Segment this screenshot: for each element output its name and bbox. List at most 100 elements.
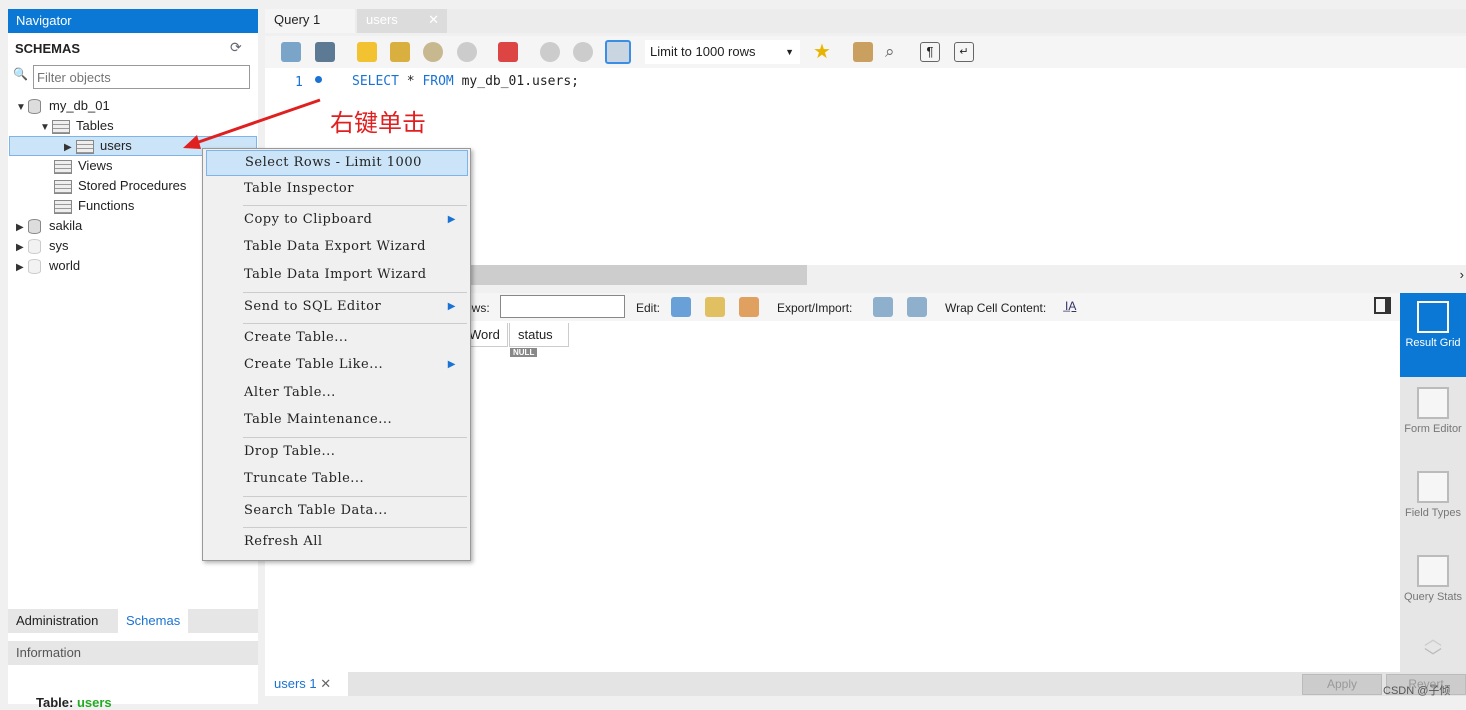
annotation-text: 右键单击 <box>330 109 426 137</box>
null-badge: NULL <box>510 348 538 357</box>
filter-objects-input[interactable] <box>33 65 250 89</box>
invisible-chars-icon[interactable]: ¶ <box>920 42 940 62</box>
sql-code-line: SELECT * FROM my_db_01.users; <box>352 74 579 89</box>
tab-schemas[interactable]: Schemas <box>118 609 189 633</box>
export-import-label: Export/Import: <box>777 301 853 315</box>
edit-label: Edit: <box>636 301 661 315</box>
menu-item-create-table-like[interactable]: Create Table Like... ▶ <box>206 352 468 378</box>
search-icon: 🔍 <box>13 67 28 81</box>
expand-icon[interactable]: ▼ <box>40 118 52 138</box>
menu-separator <box>243 323 467 324</box>
expand-icon[interactable]: ▶ <box>64 139 76 157</box>
watermark: CSDN @子倾 <box>1383 685 1451 697</box>
tree-item-sakila[interactable]: ▶ sakila <box>16 216 82 236</box>
menu-separator <box>243 292 467 293</box>
database-icon <box>28 239 41 255</box>
database-icon <box>28 259 41 275</box>
delete-row-icon[interactable] <box>739 297 759 317</box>
menu-item-alter-table[interactable]: Alter Table... <box>206 380 468 406</box>
refresh-icon[interactable]: ⟳ <box>230 39 242 56</box>
column-header-status[interactable]: status <box>509 323 569 347</box>
result-grid-button[interactable]: Result Grid <box>1400 293 1466 377</box>
menu-item-table-inspector[interactable]: Table Inspector <box>206 176 468 202</box>
commit-icon[interactable] <box>540 42 560 62</box>
filter-rows-input[interactable] <box>500 295 625 318</box>
insert-row-icon[interactable] <box>705 297 725 317</box>
tab-users[interactable]: users ✕ <box>357 9 447 33</box>
beautify-icon[interactable] <box>853 42 873 62</box>
result-side-panel: Result Grid Form Editor Field Types Quer… <box>1400 293 1466 673</box>
schemas-label: SCHEMAS <box>15 41 81 56</box>
menu-separator <box>243 496 467 497</box>
database-icon <box>28 99 41 115</box>
close-icon[interactable]: ✕ <box>428 9 439 31</box>
import-icon[interactable] <box>907 297 927 317</box>
submenu-arrow-icon: ▶ <box>447 359 456 370</box>
folder-icon <box>54 179 72 194</box>
execute-current-icon[interactable] <box>390 42 410 62</box>
menu-item-select-rows[interactable]: Select Rows - Limit 1000 <box>206 150 468 176</box>
folder-icon <box>54 159 72 174</box>
expand-icon[interactable]: ▼ <box>16 98 28 118</box>
toggle-error-icon[interactable] <box>498 42 518 62</box>
explain-icon[interactable] <box>423 42 443 62</box>
menu-item-truncate-table[interactable]: Truncate Table... <box>206 466 468 492</box>
expand-icon[interactable]: ▶ <box>16 238 28 258</box>
apply-button[interactable]: Apply <box>1302 674 1382 695</box>
limit-rows-select[interactable]: Limit to 1000 rows ▼ <box>645 40 800 64</box>
autocommit-icon[interactable] <box>605 40 631 64</box>
menu-item-copy-to-clipboard[interactable]: Copy to Clipboard ▶ <box>206 207 468 233</box>
annotation-arrow <box>183 98 321 149</box>
table-icon <box>76 139 94 154</box>
tree-item-views[interactable]: Views <box>54 156 112 176</box>
column-header-word[interactable]: Word <box>465 323 508 347</box>
stop-icon[interactable] <box>457 42 477 62</box>
stats-icon <box>1417 555 1449 587</box>
execute-icon[interactable] <box>357 42 377 62</box>
chevron-down-icon[interactable]: ﹀ <box>1424 643 1442 669</box>
tree-item-sys[interactable]: ▶ sys <box>16 236 69 256</box>
wrap-cell-label: Wrap Cell Content: <box>945 301 1047 315</box>
menu-item-send-to-sql-editor[interactable]: Send to SQL Editor ▶ <box>206 294 468 320</box>
tree-item-world[interactable]: ▶ world <box>16 256 80 276</box>
tab-users-1[interactable]: users 1 ✕ <box>265 672 348 696</box>
tab-query-1[interactable]: Query 1 <box>265 9 355 33</box>
query-stats-button[interactable]: Query Stats <box>1400 547 1466 631</box>
menu-item-table-maintenance[interactable]: Table Maintenance... <box>206 407 468 433</box>
close-icon[interactable]: ✕ <box>320 676 331 691</box>
expand-icon[interactable]: ▶ <box>16 218 28 238</box>
wrap-cell-icon[interactable]: I̲A <box>1065 299 1076 313</box>
toggle-panel-icon[interactable] <box>1374 297 1391 314</box>
find-icon[interactable]: ⌕ <box>885 42 905 62</box>
export-icon[interactable] <box>873 297 893 317</box>
menu-item-create-table[interactable]: Create Table... <box>206 325 468 351</box>
menu-item-drop-table[interactable]: Drop Table... <box>206 439 468 465</box>
tree-item-my-db-01[interactable]: ▼ my_db_01 <box>16 96 110 116</box>
form-editor-button[interactable]: Form Editor <box>1400 379 1466 463</box>
tab-administration[interactable]: Administration <box>16 613 98 628</box>
edit-row-icon[interactable] <box>671 297 691 317</box>
tree-item-stored-procedures[interactable]: Stored Procedures <box>54 176 186 196</box>
expand-icon[interactable]: ▶ <box>16 258 28 278</box>
menu-separator <box>243 527 467 528</box>
tree-item-tables[interactable]: ▼ Tables <box>40 116 114 136</box>
rollback-icon[interactable] <box>573 42 593 62</box>
chevron-right-icon[interactable]: › <box>1460 267 1464 282</box>
menu-separator <box>243 205 467 206</box>
menu-item-search-table-data[interactable]: Search Table Data... <box>206 498 468 524</box>
tree-item-functions[interactable]: Functions <box>54 196 134 216</box>
add-snippet-icon[interactable]: ★ <box>813 42 833 62</box>
menu-item-export-wizard[interactable]: Table Data Export Wizard <box>206 234 468 260</box>
field-types-button[interactable]: Field Types <box>1400 463 1466 547</box>
folder-icon <box>54 199 72 214</box>
save-icon[interactable] <box>315 42 335 62</box>
menu-item-import-wizard[interactable]: Table Data Import Wizard <box>206 262 468 288</box>
grid-icon <box>1417 301 1449 333</box>
word-wrap-icon[interactable]: ↵ <box>954 42 974 62</box>
open-file-icon[interactable] <box>281 42 301 62</box>
menu-separator <box>243 437 467 438</box>
sql-toolbar: Limit to 1000 rows ▼ ★ ⌕ ¶ ↵ <box>265 36 1466 68</box>
menu-item-refresh-all[interactable]: Refresh All <box>206 529 468 555</box>
submenu-arrow-icon: ▶ <box>447 214 456 225</box>
arrow-line <box>189 98 321 147</box>
